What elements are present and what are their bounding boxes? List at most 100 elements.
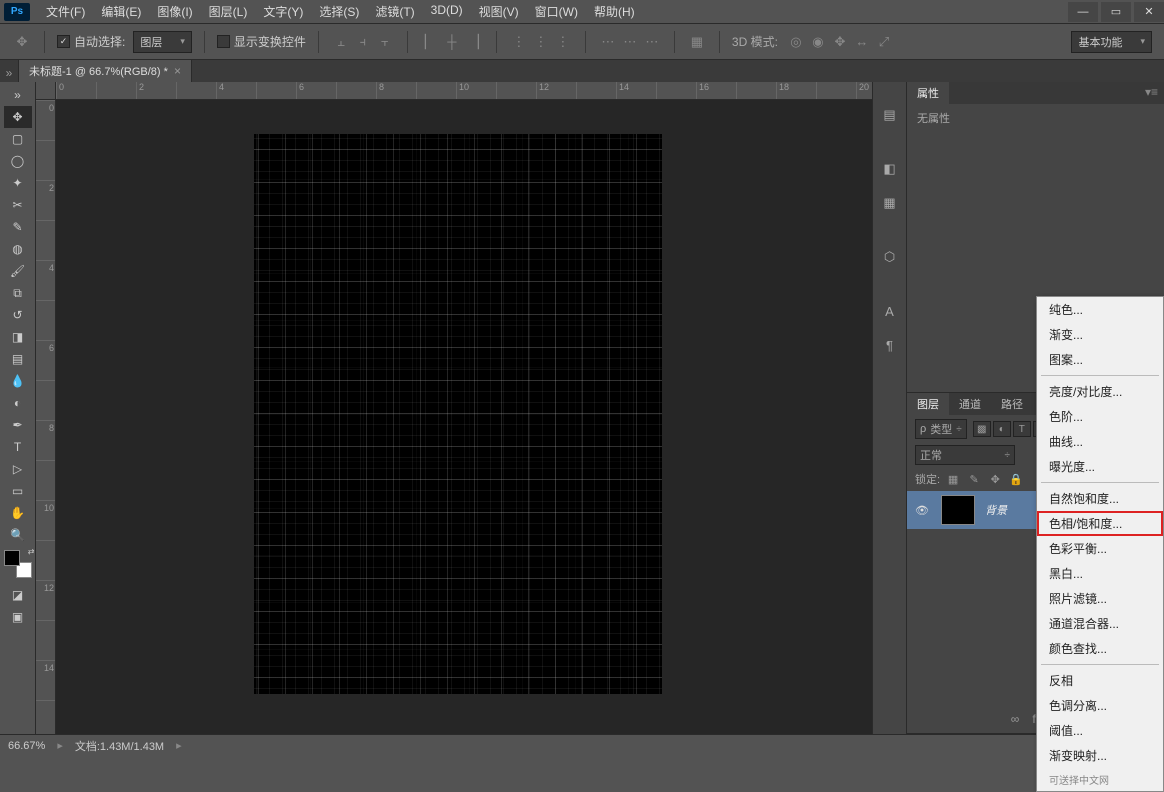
- libraries-panel-icon[interactable]: ⬡: [877, 244, 903, 270]
- 3d-pan-icon[interactable]: ✥: [830, 32, 850, 52]
- path-select-tool[interactable]: ▷: [4, 458, 32, 480]
- align-right-icon[interactable]: ▕: [464, 32, 484, 52]
- align-hcenter-icon[interactable]: ┼: [442, 32, 462, 52]
- history-panel-icon[interactable]: ▤: [877, 102, 903, 128]
- distribute-1-icon[interactable]: ⋮: [509, 32, 529, 52]
- rectangle-tool[interactable]: ▭: [4, 480, 32, 502]
- canvas-area[interactable]: 024681012141618202224262830 024681012141…: [36, 82, 872, 734]
- layer-visibility-icon[interactable]: 👁: [915, 504, 931, 517]
- healing-brush-tool[interactable]: ◍: [4, 238, 32, 260]
- filter-adjust-icon[interactable]: ◐: [993, 421, 1011, 437]
- context-menu-item[interactable]: 通道混合器...: [1037, 611, 1163, 636]
- auto-select-checkbox[interactable]: ✓ 自动选择:: [57, 33, 125, 50]
- menu-窗口[interactable]: 窗口(W): [527, 0, 586, 23]
- distribute-2-icon[interactable]: ⋮: [531, 32, 551, 52]
- menu-图层[interactable]: 图层(L): [201, 0, 256, 23]
- link-layers-icon[interactable]: ∞: [1006, 711, 1024, 727]
- maximize-button[interactable]: ▭: [1101, 2, 1131, 22]
- context-menu-item[interactable]: 色相/饱和度...: [1037, 511, 1163, 536]
- context-menu-item[interactable]: 色调分离...: [1037, 693, 1163, 718]
- menu-文字[interactable]: 文字(Y): [255, 0, 311, 23]
- 3d-rotate-icon[interactable]: ◎: [786, 32, 806, 52]
- properties-panel-menu-icon[interactable]: ▾≡: [1139, 82, 1164, 104]
- paths-tab[interactable]: 路径: [991, 393, 1033, 415]
- foreground-color-swatch[interactable]: [4, 550, 20, 566]
- menu-视图[interactable]: 视图(V): [471, 0, 527, 23]
- context-menu-item[interactable]: 色阶...: [1037, 404, 1163, 429]
- context-menu-item[interactable]: 阈值...: [1037, 718, 1163, 743]
- canvas[interactable]: [254, 134, 662, 694]
- context-menu-item[interactable]: 亮度/对比度...: [1037, 379, 1163, 404]
- 3d-roll-icon[interactable]: ◉: [808, 32, 828, 52]
- color-panel-icon[interactable]: ◧: [877, 156, 903, 182]
- eyedropper-tool[interactable]: ✎: [4, 216, 32, 238]
- screen-mode-tool[interactable]: ▣: [4, 606, 32, 628]
- layer-name[interactable]: 背景: [985, 502, 1007, 518]
- menu-3D[interactable]: 3D(D): [423, 0, 471, 23]
- menu-滤镜[interactable]: 滤镜(T): [367, 0, 422, 23]
- show-transform-checkbox[interactable]: 显示变换控件: [217, 33, 306, 50]
- auto-select-dropdown[interactable]: 图层: [133, 31, 192, 53]
- distribute-4-icon[interactable]: ⋯: [598, 32, 618, 52]
- context-menu-item[interactable]: 黑白...: [1037, 561, 1163, 586]
- doctab-expand-icon[interactable]: »: [0, 64, 18, 82]
- workspace-dropdown[interactable]: 基本功能: [1071, 31, 1152, 53]
- context-menu-item[interactable]: 照片滤镜...: [1037, 586, 1163, 611]
- move-tool[interactable]: ✥: [4, 106, 32, 128]
- lock-transparency-icon[interactable]: ▦: [945, 472, 961, 486]
- distribute-3-icon[interactable]: ⋮: [553, 32, 573, 52]
- menu-选择[interactable]: 选择(S): [311, 0, 367, 23]
- quick-mask-tool[interactable]: ◪: [4, 584, 32, 606]
- filter-type-icon[interactable]: T: [1013, 421, 1031, 437]
- zoom-level[interactable]: 66.67%: [8, 740, 45, 752]
- layer-thumbnail[interactable]: [941, 495, 975, 525]
- align-top-icon[interactable]: ⫠: [331, 32, 351, 52]
- align-vcenter-icon[interactable]: ⫞: [353, 32, 373, 52]
- context-menu-item[interactable]: 反相: [1037, 668, 1163, 693]
- character-panel-icon[interactable]: A: [877, 298, 903, 324]
- swap-colors-icon[interactable]: ⇄: [28, 547, 35, 556]
- context-menu-item[interactable]: 色彩平衡...: [1037, 536, 1163, 561]
- menu-编辑[interactable]: 编辑(E): [93, 0, 149, 23]
- distribute-6-icon[interactable]: ⋯: [642, 32, 662, 52]
- minimize-button[interactable]: —: [1068, 2, 1098, 22]
- filter-pixel-icon[interactable]: ▩: [973, 421, 991, 437]
- document-tab-close-icon[interactable]: ×: [174, 64, 181, 78]
- color-swatches[interactable]: ⇄: [4, 550, 32, 578]
- menu-帮助[interactable]: 帮助(H): [586, 0, 643, 23]
- distribute-5-icon[interactable]: ⋯: [620, 32, 640, 52]
- 3d-scale-icon[interactable]: ⤢: [874, 32, 894, 52]
- layers-tab[interactable]: 图层: [907, 393, 949, 415]
- pen-tool[interactable]: ✒: [4, 414, 32, 436]
- gradient-tool[interactable]: ▤: [4, 348, 32, 370]
- context-menu-item[interactable]: 渐变...: [1037, 322, 1163, 347]
- ruler-horizontal[interactable]: 024681012141618202224262830: [56, 82, 872, 100]
- swatches-panel-icon[interactable]: ▦: [877, 190, 903, 216]
- expand-toolbox-icon[interactable]: »: [4, 84, 32, 106]
- context-menu-item[interactable]: 图案...: [1037, 347, 1163, 372]
- lock-all-icon[interactable]: 🔒: [1008, 472, 1024, 486]
- close-button[interactable]: ✕: [1134, 2, 1164, 22]
- lock-position-icon[interactable]: ✥: [987, 472, 1003, 486]
- context-menu-item[interactable]: 自然饱和度...: [1037, 486, 1163, 511]
- blend-mode-dropdown[interactable]: 正常: [915, 445, 1015, 465]
- dodge-tool[interactable]: ◐: [4, 392, 32, 414]
- lasso-tool[interactable]: ◯: [4, 150, 32, 172]
- menu-图像[interactable]: 图像(I): [149, 0, 200, 23]
- move-tool-preset-icon[interactable]: ✥: [12, 32, 32, 52]
- paragraph-panel-icon[interactable]: ¶: [877, 332, 903, 358]
- properties-tab[interactable]: 属性: [907, 82, 949, 104]
- history-brush-tool[interactable]: ↺: [4, 304, 32, 326]
- ruler-vertical[interactable]: 024681012141618202224262830: [36, 100, 56, 734]
- context-menu-item[interactable]: 纯色...: [1037, 297, 1163, 322]
- crop-tool[interactable]: ✂: [4, 194, 32, 216]
- menu-文件[interactable]: 文件(F): [38, 0, 93, 23]
- marquee-tool[interactable]: ▢: [4, 128, 32, 150]
- context-menu-item[interactable]: 曲线...: [1037, 429, 1163, 454]
- document-tab[interactable]: 未标题-1 @ 66.7%(RGB/8) * ×: [18, 59, 192, 82]
- 3d-slide-icon[interactable]: ↔: [852, 32, 872, 52]
- lock-pixels-icon[interactable]: ✎: [966, 472, 982, 486]
- hand-tool[interactable]: ✋: [4, 502, 32, 524]
- magic-wand-tool[interactable]: ✦: [4, 172, 32, 194]
- doc-size-label[interactable]: 文档:1.43M/1.43M: [75, 738, 164, 754]
